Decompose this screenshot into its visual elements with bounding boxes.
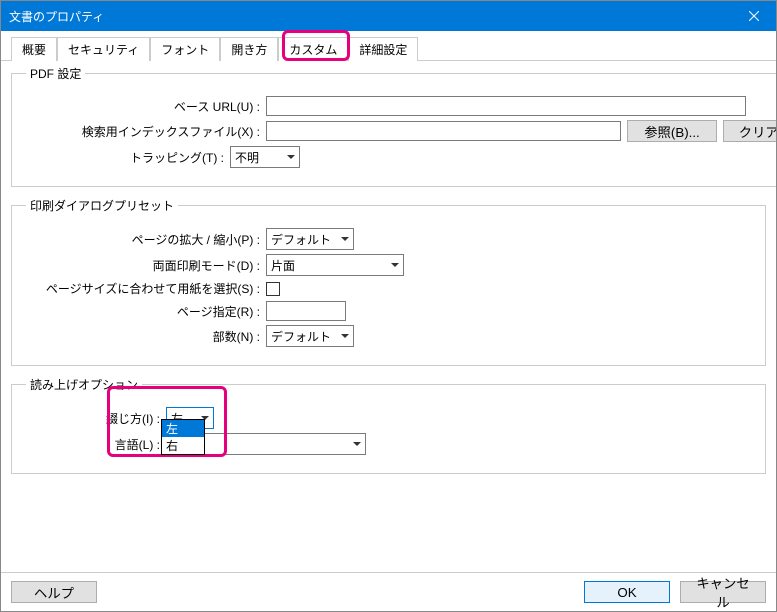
window-title: 文書のプロパティ [9,8,104,25]
content-area: PDF 設定 ベース URL(U) : 検索用インデックスファイル(X) : 参… [1,61,776,572]
base-url-input[interactable] [266,96,746,116]
page-range-input[interactable] [266,301,346,321]
page-range-label: ページ指定(R) : [26,303,266,320]
trapping-select[interactable]: 不明 [230,146,300,168]
tab-advanced[interactable]: 詳細設定 [348,37,418,61]
tab-bar: 概要 セキュリティ フォント 開き方 カスタム 詳細設定 [1,31,776,61]
binding-option-left[interactable]: 左 [162,420,204,437]
binding-option-right[interactable]: 右 [162,437,204,454]
cancel-button[interactable]: キャンセル [680,581,766,603]
tab-fonts[interactable]: フォント [150,37,220,61]
paper-select-checkbox[interactable] [266,282,280,296]
duplex-label: 両面印刷モード(D) : [26,257,266,274]
copies-select[interactable]: デフォルト [266,325,354,347]
pdf-settings-legend: PDF 設定 [26,65,85,82]
help-button[interactable]: ヘルプ [11,581,97,603]
document-properties-window: 文書のプロパティ 概要 セキュリティ フォント 開き方 カスタム 詳細設定 PD… [0,0,777,612]
print-preset-legend: 印刷ダイアログプリセット [26,197,178,214]
paper-select-label: ページサイズに合わせて用紙を選択(S) : [26,280,266,297]
reading-options-legend: 読み上げオプション [26,376,142,393]
binding-label: 綴じ方(I) : [26,410,166,427]
binding-dropdown-list[interactable]: 左 右 [161,419,205,455]
scaling-label: ページの拡大 / 縮小(P) : [26,231,266,248]
pdf-settings-group: PDF 設定 ベース URL(U) : 検索用インデックスファイル(X) : 参… [11,65,776,187]
duplex-select[interactable]: 片面 [266,254,404,276]
ok-button[interactable]: OK [584,581,670,603]
dialog-footer: ヘルプ OK キャンセル [1,572,776,611]
clear-button[interactable]: クリア(C) [723,120,776,142]
reading-options-group: 読み上げオプション 綴じ方(I) : 左 言語(L) : [11,376,766,474]
close-button[interactable] [731,1,776,31]
tab-summary[interactable]: 概要 [11,37,57,61]
tab-custom[interactable]: カスタム [278,37,348,61]
scaling-select[interactable]: デフォルト [266,228,354,250]
print-preset-group: 印刷ダイアログプリセット ページの拡大 / 縮小(P) : デフォルト 両面印刷… [11,197,766,366]
language-label: 言語(L) : [26,436,166,453]
tab-security[interactable]: セキュリティ [57,37,150,61]
copies-label: 部数(N) : [26,328,266,345]
browse-button[interactable]: 参照(B)... [627,120,717,142]
index-file-input[interactable] [266,121,621,141]
titlebar: 文書のプロパティ [1,1,776,31]
index-file-label: 検索用インデックスファイル(X) : [26,123,266,140]
tab-initial-view[interactable]: 開き方 [220,37,278,61]
trapping-label: トラッピング(T) : [26,149,230,166]
close-icon [749,11,759,21]
base-url-label: ベース URL(U) : [26,98,266,115]
